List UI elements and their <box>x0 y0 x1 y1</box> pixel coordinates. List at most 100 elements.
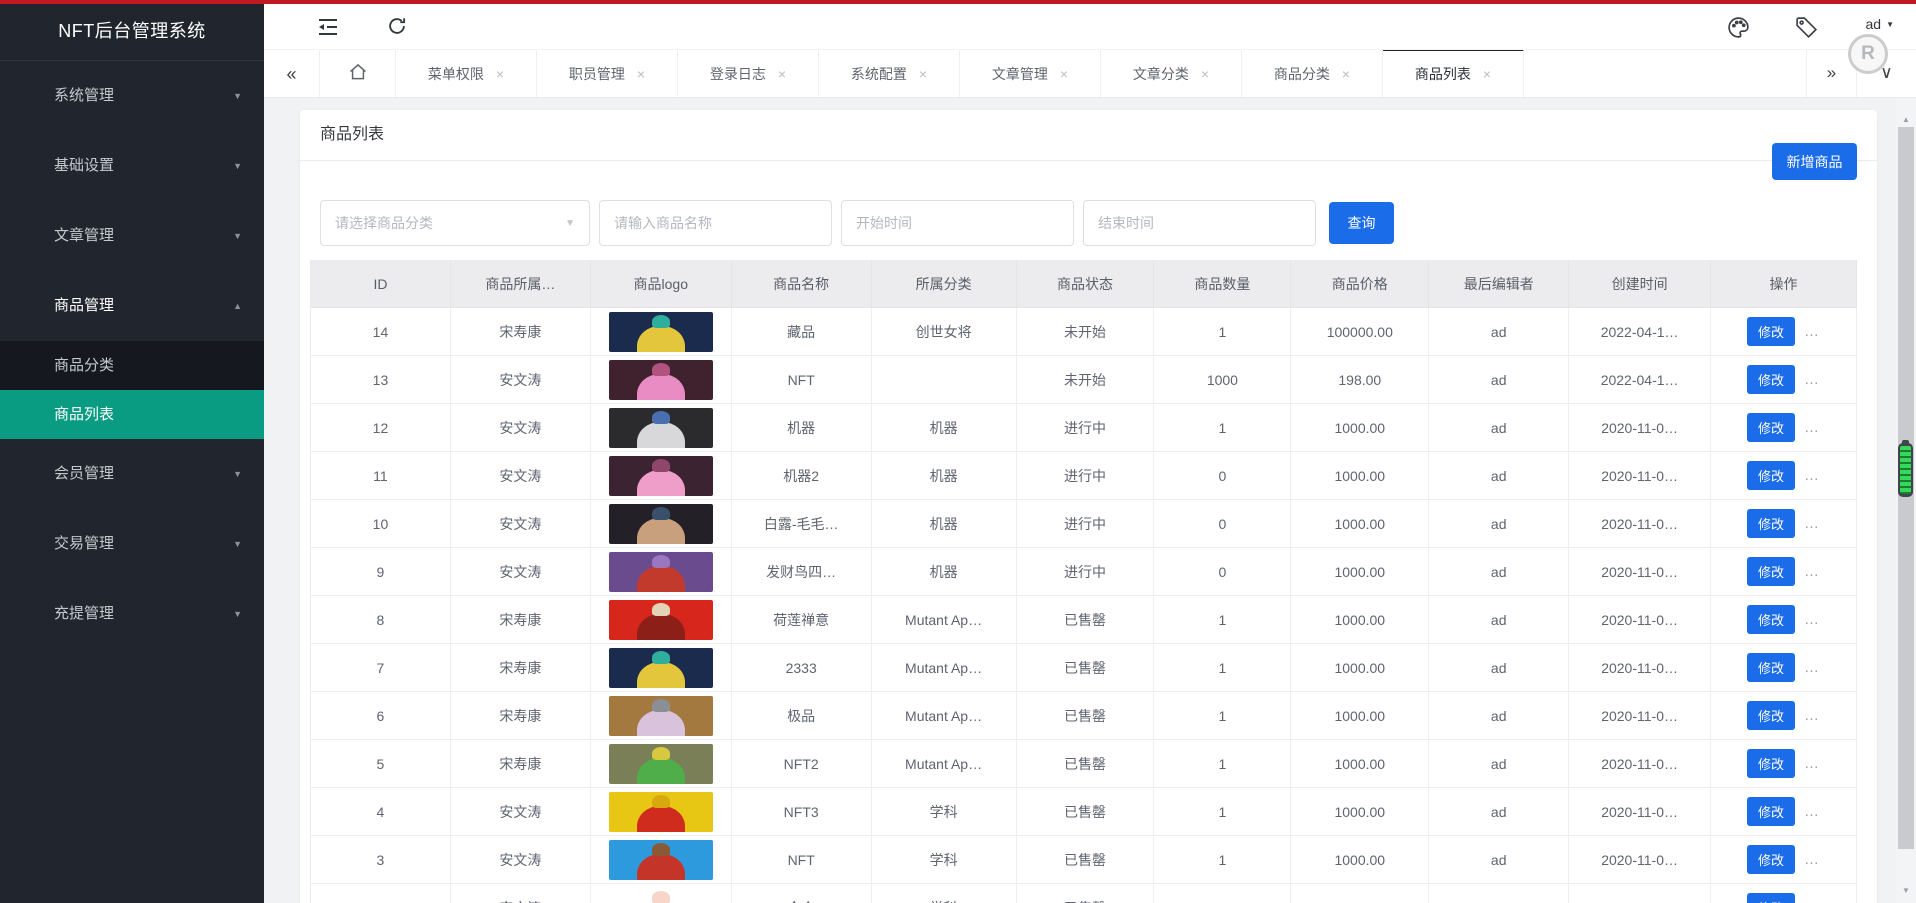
edit-button[interactable]: 修改 <box>1747 893 1795 903</box>
tab-close-icon[interactable]: × <box>1201 66 1209 82</box>
tab-label: 职员管理 <box>569 64 625 84</box>
tag-icon[interactable] <box>1794 15 1818 39</box>
sidebar-item-label: 交易管理 <box>54 535 114 552</box>
vertical-scrollbar[interactable]: ▲ ▼ <box>1896 97 1916 903</box>
table-row: 2安文涛仓介学科已售罄199.00ad2020-11-0…修改… <box>311 884 1857 903</box>
edit-button[interactable]: 修改 <box>1747 749 1795 778</box>
cell-created: 2020-11-0… <box>1569 644 1711 692</box>
edit-button[interactable]: 修改 <box>1747 413 1795 442</box>
tab-文章管理[interactable]: 文章管理× <box>960 49 1101 97</box>
cell-editor: ad <box>1429 884 1569 903</box>
tab-文章分类[interactable]: 文章分类× <box>1101 49 1242 97</box>
more-actions-button[interactable]: … <box>1804 803 1820 820</box>
start-time-input[interactable] <box>841 200 1074 246</box>
tab-系统配置[interactable]: 系统配置× <box>819 49 960 97</box>
sidebar-subitem[interactable]: 商品列表 <box>0 390 264 439</box>
tab-close-icon[interactable]: × <box>637 66 645 82</box>
tabs-scroll-left-button[interactable]: « <box>264 49 320 97</box>
product-logo-image <box>609 360 713 400</box>
cell-logo <box>591 596 732 644</box>
more-actions-button[interactable]: … <box>1804 755 1820 772</box>
sidebar-item[interactable]: 基础设置▼ <box>0 131 264 201</box>
sidebar-item[interactable]: 商品管理▲ <box>0 271 264 341</box>
sidebar-item[interactable]: 系统管理▼ <box>0 61 264 131</box>
logo-top-shape <box>652 699 670 712</box>
more-actions-button[interactable]: … <box>1804 851 1820 868</box>
tab-close-icon[interactable]: × <box>1483 66 1491 82</box>
user-caret-icon: ▼ <box>1886 20 1894 29</box>
tab-登录日志[interactable]: 登录日志× <box>678 49 819 97</box>
column-header: 所属分类 <box>872 260 1017 308</box>
tab-close-icon[interactable]: × <box>1060 66 1068 82</box>
tab-商品分类[interactable]: 商品分类× <box>1242 49 1383 97</box>
cell-category: Mutant Ap… <box>872 740 1017 788</box>
product-table: ID商品所属…商品logo商品名称所属分类商品状态商品数量商品价格最后编辑者创建… <box>310 260 1857 903</box>
sidebar: NFT后台管理系统 系统管理▼基础设置▼文章管理▼商品管理▲商品分类商品列表会员… <box>0 0 264 903</box>
logo-top-shape <box>652 507 670 520</box>
edit-button[interactable]: 修改 <box>1747 317 1795 346</box>
search-button[interactable]: 查询 <box>1329 202 1394 244</box>
more-actions-button[interactable]: … <box>1804 563 1820 580</box>
scrollbar-down-arrow-icon[interactable]: ▼ <box>1896 886 1916 895</box>
logo-top-shape <box>652 651 670 664</box>
more-actions-button[interactable]: … <box>1804 371 1820 388</box>
sidebar-item[interactable]: 交易管理▼ <box>0 509 264 579</box>
cell-quantity: 1 <box>1154 836 1291 884</box>
more-actions-button[interactable]: … <box>1804 899 1820 903</box>
tab-close-icon[interactable]: × <box>778 66 786 82</box>
cell-logo <box>591 356 732 404</box>
refresh-icon[interactable] <box>386 15 410 39</box>
edit-button[interactable]: 修改 <box>1747 605 1795 634</box>
edit-button[interactable]: 修改 <box>1747 845 1795 874</box>
cell-id: 2 <box>311 884 451 903</box>
sidebar-item[interactable]: 文章管理▼ <box>0 201 264 271</box>
edit-button[interactable]: 修改 <box>1747 797 1795 826</box>
select-caret-icon: ▼ <box>565 218 575 229</box>
end-time-input[interactable] <box>1083 200 1316 246</box>
more-actions-button[interactable]: … <box>1804 419 1820 436</box>
tab-home[interactable] <box>320 49 396 97</box>
tab-菜单权限[interactable]: 菜单权限× <box>396 49 537 97</box>
column-header: 商品价格 <box>1291 260 1429 308</box>
more-actions-button[interactable]: … <box>1804 515 1820 532</box>
cell-quantity: 1 <box>1154 308 1291 356</box>
sidebar-subitem[interactable]: 商品分类 <box>0 341 264 390</box>
edit-button[interactable]: 修改 <box>1747 365 1795 394</box>
tab-商品列表[interactable]: 商品列表× <box>1383 49 1524 97</box>
more-actions-button[interactable]: … <box>1804 707 1820 724</box>
edit-button[interactable]: 修改 <box>1747 653 1795 682</box>
edit-button[interactable]: 修改 <box>1747 509 1795 538</box>
more-actions-button[interactable]: … <box>1804 611 1820 628</box>
more-actions-button[interactable]: … <box>1804 323 1820 340</box>
sidebar-collapse-icon[interactable] <box>316 15 340 39</box>
add-product-button[interactable]: 新增商品 <box>1772 143 1857 180</box>
tab-close-icon[interactable]: × <box>919 66 927 82</box>
scrollbar-up-arrow-icon[interactable]: ▲ <box>1896 115 1916 124</box>
avatar[interactable]: R <box>1848 34 1888 74</box>
caret-down-icon: ▼ <box>233 131 242 201</box>
logo-top-shape <box>652 747 670 760</box>
cell-editor: ad <box>1429 836 1569 884</box>
cell-price: 198.00 <box>1291 356 1429 404</box>
cell-category: 学科 <box>872 788 1017 836</box>
tab-close-icon[interactable]: × <box>1342 66 1350 82</box>
sidebar-item[interactable]: 会员管理▼ <box>0 439 264 509</box>
tab-职员管理[interactable]: 职员管理 × <box>537 49 678 97</box>
cell-editor: ad <box>1429 308 1569 356</box>
column-header: ID <box>311 260 451 308</box>
more-actions-button[interactable]: … <box>1804 659 1820 676</box>
more-actions-button[interactable]: … <box>1804 467 1820 484</box>
edit-button[interactable]: 修改 <box>1747 701 1795 730</box>
tab-close-icon[interactable]: × <box>496 66 504 82</box>
cell-logo <box>591 692 732 740</box>
product-name-input[interactable] <box>599 200 832 246</box>
theme-palette-icon[interactable] <box>1726 15 1750 39</box>
sidebar-item[interactable]: 充提管理▼ <box>0 579 264 649</box>
cell-quantity: 1 <box>1154 692 1291 740</box>
cell-status: 已售罄 <box>1017 884 1155 903</box>
edit-button[interactable]: 修改 <box>1747 557 1795 586</box>
user-menu[interactable]: ad ▼ <box>1866 16 1895 32</box>
category-select[interactable]: 请选择商品分类 ▼ <box>320 200 590 246</box>
table-row: 5宋寿康NFT2Mutant Ap…已售罄11000.00ad2020-11-0… <box>311 740 1857 788</box>
edit-button[interactable]: 修改 <box>1747 461 1795 490</box>
